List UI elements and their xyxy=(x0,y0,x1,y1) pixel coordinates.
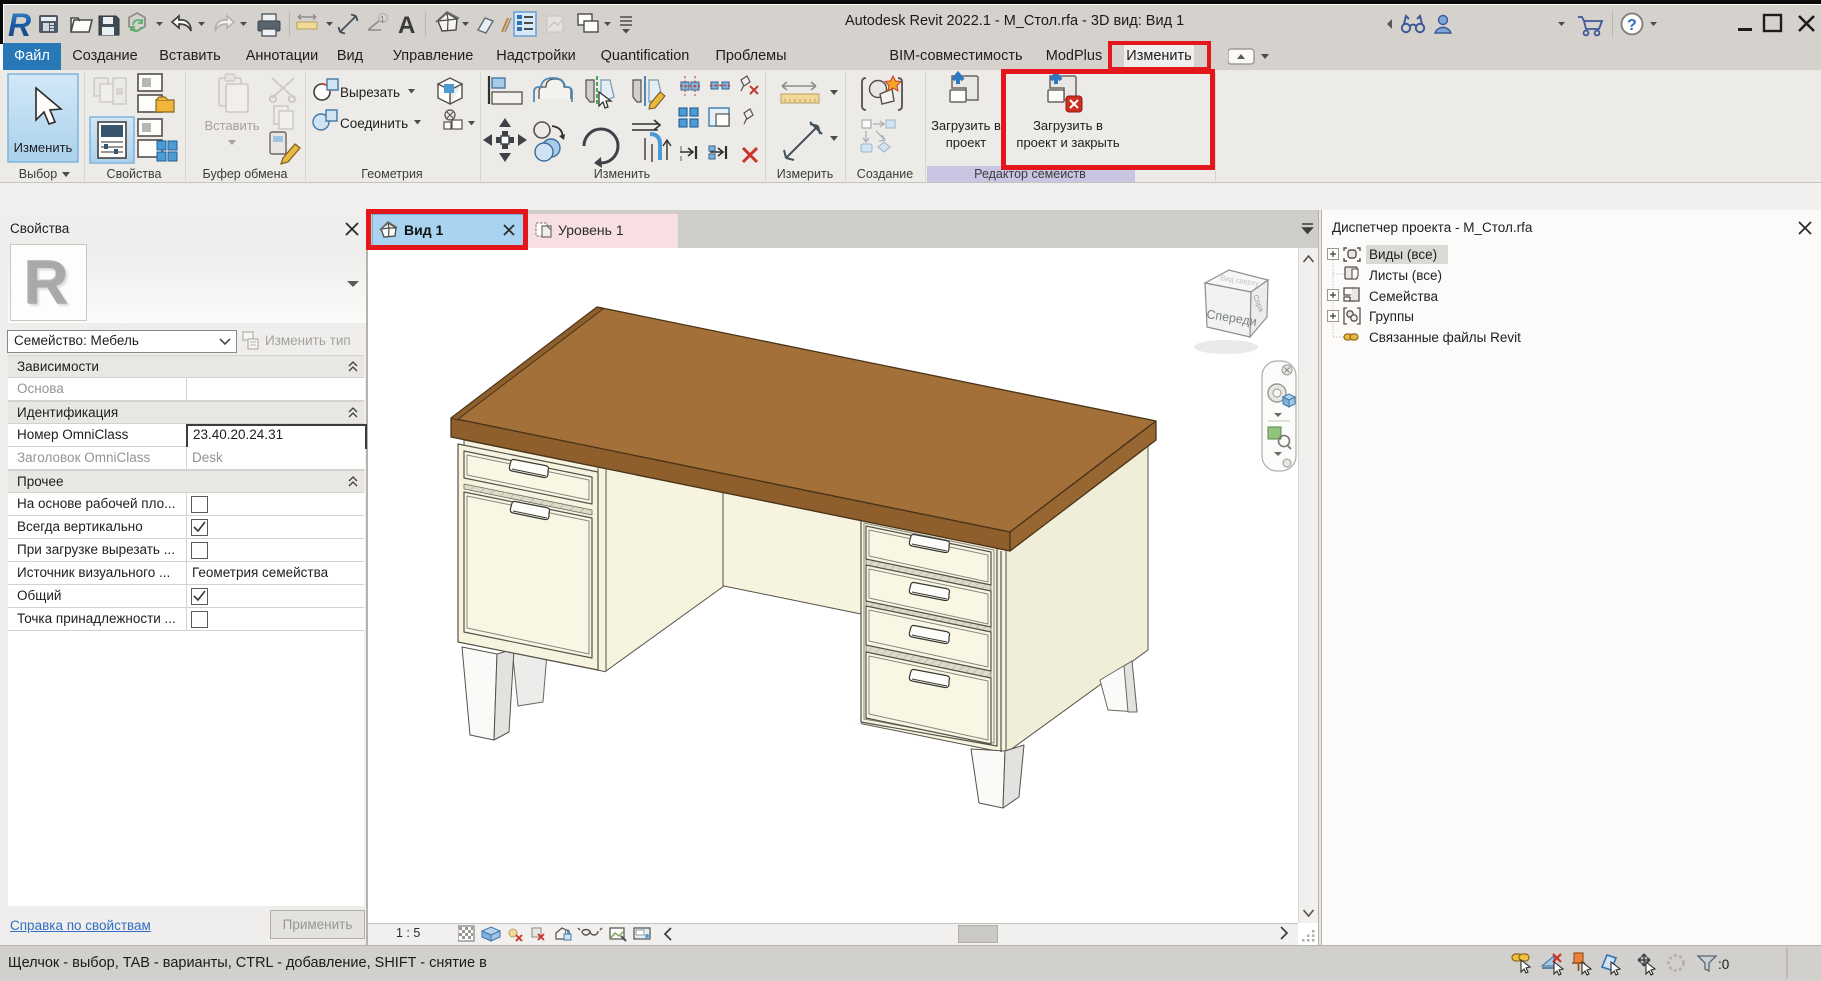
svg-text:Семейства: Семейства xyxy=(1369,289,1439,304)
svg-text:Виды (все): Виды (все) xyxy=(1369,247,1437,262)
svg-text:Создание: Создание xyxy=(857,167,913,181)
svg-text:Соединить: Соединить xyxy=(340,116,408,131)
svg-text:проект: проект xyxy=(946,135,987,150)
svg-text:Изменить: Изменить xyxy=(594,167,650,181)
svg-text:Буфер обмена: Буфер обмена xyxy=(203,167,288,181)
svg-text:A: A xyxy=(398,12,415,39)
svg-text:R: R xyxy=(8,7,31,43)
svg-text:Свойства: Свойства xyxy=(107,167,162,181)
svg-text:Измерить: Измерить xyxy=(777,167,833,181)
svg-text:Вставить: Вставить xyxy=(204,118,259,133)
svg-text:1: 1 xyxy=(380,15,385,24)
svg-text:Изменить: Изменить xyxy=(14,140,73,155)
svg-text:Группы: Группы xyxy=(1369,309,1414,324)
svg-text:Геометрия: Геометрия xyxy=(361,167,422,181)
svg-text:Листы (все): Листы (все) xyxy=(1369,268,1442,283)
svg-text:Выбор: Выбор xyxy=(19,167,57,181)
svg-text::0: :0 xyxy=(1718,957,1729,972)
svg-text:Загрузить в: Загрузить в xyxy=(931,118,1001,133)
svg-text:Вырезать: Вырезать xyxy=(340,85,400,100)
svg-text:?: ? xyxy=(1627,17,1637,34)
svg-text:Связанные файлы Revit: Связанные файлы Revit xyxy=(1369,330,1521,345)
